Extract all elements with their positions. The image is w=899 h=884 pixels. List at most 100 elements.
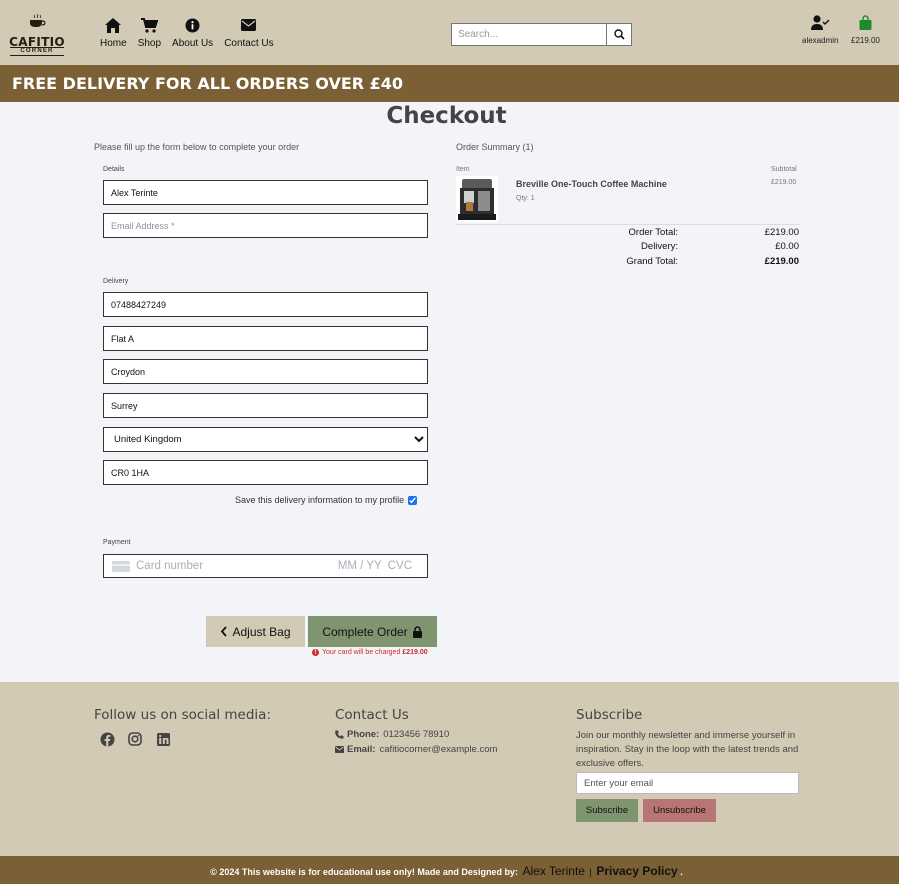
logo-sub-text: CORNER: [10, 47, 64, 56]
shopping-bag-icon: [859, 15, 872, 30]
phone-icon: [335, 730, 344, 739]
contact-email-label: Email:: [347, 744, 376, 755]
copyright-bar: © 2024 This website is for educational u…: [0, 856, 899, 884]
contact-heading: Contact Us: [335, 707, 409, 723]
phone-input[interactable]: [103, 292, 428, 317]
charge-text: Your card will be charged: [322, 649, 401, 656]
envelope-icon: [335, 746, 344, 753]
facebook-icon[interactable]: [99, 731, 115, 747]
page-title: Checkout: [386, 103, 507, 129]
postcode-input[interactable]: [103, 460, 428, 485]
summary-divider: [456, 224, 800, 225]
nav-shop-label: Shop: [137, 38, 162, 49]
product-name: Breville One-Touch Coffee Machine: [516, 179, 667, 189]
exclamation-circle-icon: !: [312, 649, 319, 656]
charge-notice: ! Your card will be charged £219.00: [312, 649, 428, 656]
social-heading: Follow us on social media:: [94, 707, 272, 723]
shopping-bag-link[interactable]: £219.00: [851, 15, 880, 45]
contact-phone-label: Phone:: [347, 729, 380, 740]
subscribe-button[interactable]: Subscribe: [576, 799, 638, 822]
full-name-input[interactable]: [103, 180, 428, 205]
privacy-policy-link[interactable]: Privacy Policy: [596, 864, 677, 878]
delivery-label: Delivery:: [641, 241, 678, 252]
delivery-banner-text: FREE DELIVERY FOR ALL ORDERS OVER £40: [12, 74, 404, 93]
credit-card-icon: [112, 560, 130, 572]
nav-home[interactable]: Home: [100, 17, 127, 49]
envelope-icon: [241, 17, 257, 33]
email-input[interactable]: [103, 213, 428, 238]
complete-order-label: Complete Order: [322, 624, 408, 639]
search-bar: [451, 23, 632, 46]
street-address-input[interactable]: [103, 326, 428, 351]
search-input[interactable]: [452, 24, 606, 45]
account-username: alexadmin: [802, 36, 839, 45]
save-info-checkbox[interactable]: [408, 495, 418, 505]
main-nav: Home Shop About Us Contact Us: [100, 17, 285, 49]
chevron-left-icon: [221, 626, 228, 637]
subscribe-email-input[interactable]: [576, 772, 799, 794]
card-number-placeholder[interactable]: Card number: [136, 560, 338, 572]
contact-email-value[interactable]: cafitiocorner@example.com: [380, 744, 498, 755]
card-element[interactable]: Card number MM / YY CVC: [103, 554, 428, 578]
charge-amount: £219.00: [402, 649, 428, 656]
copyright-line: © 2024 This website is for educational u…: [0, 864, 893, 878]
contact-email: Email: cafitiocorner@example.com: [335, 744, 497, 755]
checkout-intro: Please fill up the form below to complet…: [94, 142, 300, 152]
contact-phone-value[interactable]: 0123456 78910: [383, 729, 449, 740]
info-circle-icon: [185, 17, 200, 33]
contact-phone: Phone: 0123456 78910: [335, 729, 449, 740]
country-select[interactable]: United Kingdom: [103, 427, 428, 452]
nav-shop[interactable]: Shop: [138, 17, 161, 49]
card-cvc-placeholder[interactable]: CVC: [388, 560, 412, 572]
county-input[interactable]: [103, 393, 428, 418]
grand-total-label: Grand Total:: [626, 256, 678, 267]
bag-total: £219.00: [851, 36, 880, 45]
shopping-cart-icon: [140, 17, 158, 33]
order-total-label: Order Total:: [628, 227, 678, 238]
lock-icon: [412, 625, 422, 638]
unsubscribe-button[interactable]: Unsubscribe: [643, 799, 716, 822]
site-header: CAFITIO CORNER Home Shop About Us Contac…: [0, 0, 899, 65]
grand-total-value: £219.00: [764, 256, 799, 267]
details-legend: Details: [103, 166, 125, 173]
product-image[interactable]: [456, 176, 498, 222]
subscribe-heading: Subscribe: [576, 707, 643, 723]
social-links: [99, 731, 183, 747]
delivery-value: £0.00: [775, 241, 799, 252]
order-total-value: £219.00: [764, 227, 799, 238]
instagram-icon[interactable]: [127, 731, 143, 747]
subscribe-text: Join our monthly newsletter and immerse …: [576, 730, 799, 769]
summary-col-subtotal: Subtotal: [771, 166, 797, 173]
card-expiry-placeholder[interactable]: MM / YY: [338, 560, 382, 572]
copyright-text: © 2024 This website is for educational u…: [210, 867, 518, 877]
coffee-cup-icon: [30, 14, 46, 27]
author-link[interactable]: Alex Terinte: [522, 864, 584, 878]
summary-col-item: Item: [456, 166, 470, 173]
linkedin-icon[interactable]: [155, 731, 171, 747]
save-info-row[interactable]: Save this delivery information to my pro…: [235, 495, 418, 505]
product-subtotal: £219.00: [771, 179, 797, 186]
home-icon: [105, 17, 122, 33]
account-menu[interactable]: alexadmin: [802, 15, 838, 45]
site-logo[interactable]: CAFITIO CORNER: [6, 12, 68, 56]
product-qty: Qty: 1: [516, 195, 535, 202]
footer-separator: |: [589, 867, 592, 877]
search-button[interactable]: [606, 24, 631, 45]
nav-home-label: Home: [100, 38, 127, 49]
order-summary-title: Order Summary (1): [456, 142, 534, 152]
nav-contact-label: Contact Us: [224, 38, 274, 49]
footer-trailing-dot: .: [680, 867, 683, 877]
town-input[interactable]: [103, 359, 428, 384]
delivery-banner: FREE DELIVERY FOR ALL ORDERS OVER £40: [0, 65, 899, 102]
nav-contact[interactable]: Contact Us: [224, 17, 274, 49]
delivery-legend: Delivery: [103, 278, 129, 285]
complete-order-button[interactable]: Complete Order: [308, 616, 437, 647]
user-check-icon: [810, 15, 830, 30]
save-info-label: Save this delivery information to my pro…: [235, 495, 405, 505]
payment-legend: Payment: [103, 539, 131, 546]
nav-about-label: About Us: [172, 38, 214, 49]
search-icon: [613, 29, 625, 40]
nav-about[interactable]: About Us: [172, 17, 213, 49]
adjust-bag-button[interactable]: Adjust Bag: [206, 616, 305, 647]
adjust-bag-label: Adjust Bag: [232, 624, 291, 639]
